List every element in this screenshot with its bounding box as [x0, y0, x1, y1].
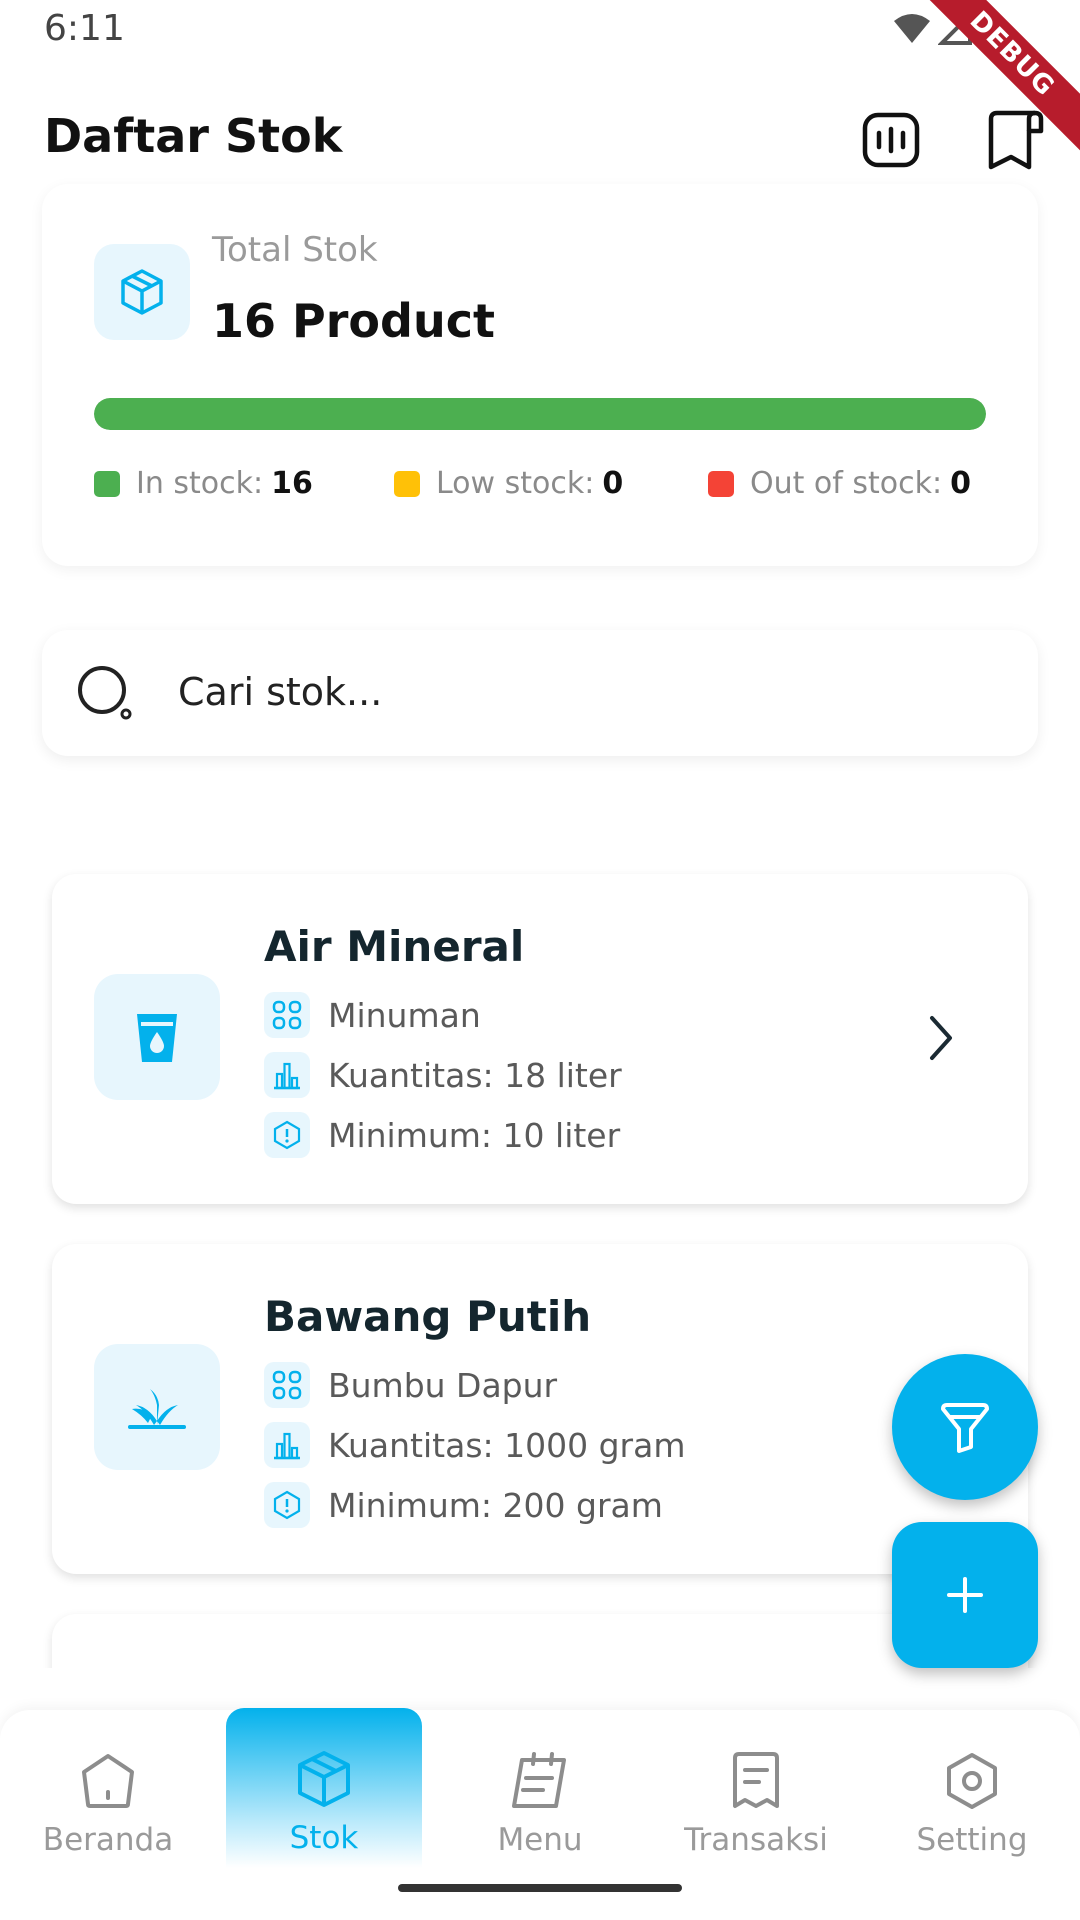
nav-item-stok[interactable]: Stok — [226, 1708, 422, 1868]
bar-chart-icon — [264, 1422, 310, 1468]
stock-item-card[interactable]: Bawang Putih Bumbu Dapur Kuantitas: 1000… — [52, 1244, 1028, 1574]
legend-label: Out of stock: — [750, 466, 943, 501]
nav-label: Beranda — [42, 1822, 174, 1858]
search-bar[interactable] — [42, 630, 1038, 756]
receipt-icon — [733, 1752, 779, 1808]
stock-progress-bar — [94, 398, 986, 430]
plus-icon — [947, 1577, 983, 1613]
scan-report-icon — [862, 112, 920, 168]
home-indicator — [398, 1884, 682, 1892]
chevron-right-icon[interactable] — [926, 1014, 956, 1062]
nav-item-beranda[interactable]: Beranda — [10, 1710, 206, 1870]
category-grid-icon — [264, 1362, 310, 1408]
stock-legend: In stock: 16 Low stock: 0 Out of stock: … — [94, 466, 986, 506]
garlic-sprout-icon — [128, 1389, 186, 1429]
legend-low-stock: Low stock: 0 — [394, 466, 623, 501]
warning-shield-icon — [264, 1112, 310, 1158]
item-name: Bawang Putih — [264, 1292, 592, 1341]
legend-in-stock: In stock: 16 — [94, 466, 313, 501]
add-stock-button[interactable] — [892, 1522, 1038, 1668]
nav-label: Setting — [916, 1822, 1028, 1858]
legend-label: In stock: — [136, 466, 264, 501]
summary-value: 16 Product — [212, 294, 495, 348]
legend-dot-red — [708, 470, 734, 497]
summary-icon-box — [94, 244, 190, 340]
item-minimum-label: Minimum: 10 liter — [328, 1115, 621, 1155]
home-icon — [82, 1754, 134, 1808]
status-bar: 6:11 — [0, 0, 1080, 62]
wifi-icon — [894, 14, 930, 43]
receipt-book-icon — [988, 110, 1044, 170]
item-name: Air Mineral — [264, 922, 525, 971]
nav-item-transaksi[interactable]: Transaksi — [658, 1710, 854, 1870]
app-bar: Daftar Stok — [0, 95, 1080, 179]
item-quantity: Kuantitas: 18 liter — [264, 1052, 622, 1098]
item-quantity-label: Kuantitas: 18 liter — [328, 1055, 622, 1095]
item-quantity-label: Kuantitas: 1000 gram — [328, 1425, 686, 1465]
nav-label: Stok — [289, 1820, 359, 1856]
nav-item-setting[interactable]: Setting — [874, 1710, 1070, 1870]
legend-count: 0 — [950, 466, 971, 501]
legend-label: Low stock: — [436, 466, 595, 501]
item-category-label: Minuman — [328, 995, 481, 1035]
item-icon-box — [94, 974, 220, 1100]
legend-dot-green — [94, 470, 120, 497]
stock-item-card[interactable] — [52, 1614, 1028, 1668]
nav-item-menu[interactable]: Menu — [442, 1710, 638, 1870]
item-category: Minuman — [264, 992, 481, 1038]
item-quantity: Kuantitas: 1000 gram — [264, 1422, 685, 1468]
bar-chart-icon — [264, 1052, 310, 1098]
item-minimum: Minimum: 10 liter — [264, 1112, 620, 1158]
legend-count: 0 — [602, 466, 624, 501]
search-icon — [78, 666, 132, 720]
item-category: Bumbu Dapur — [264, 1362, 557, 1408]
nav-label: Transaksi — [684, 1822, 828, 1858]
scan-report-button[interactable] — [856, 105, 926, 175]
item-minimum: Minimum: 200 gram — [264, 1482, 663, 1528]
settings-icon — [947, 1753, 997, 1809]
package-box-icon — [121, 269, 163, 315]
summary-label: Total Stok — [212, 230, 378, 270]
legend-count: 16 — [271, 466, 313, 501]
item-minimum-label: Minimum: 200 gram — [328, 1485, 663, 1525]
stock-item-card[interactable]: Air Mineral Minuman Kuantitas: 18 liter … — [52, 874, 1028, 1204]
legend-out-of-stock: Out of stock: 0 — [708, 466, 971, 501]
progress-fill-in-stock — [94, 398, 986, 430]
category-grid-icon — [264, 992, 310, 1038]
stock-summary-card: Total Stok 16 Product In stock: 16 Low s… — [42, 184, 1038, 566]
item-category-label: Bumbu Dapur — [328, 1365, 558, 1405]
search-input[interactable] — [178, 660, 978, 724]
item-icon-box — [94, 1344, 220, 1470]
water-glass-icon — [137, 1014, 177, 1062]
receipt-book-button[interactable] — [980, 105, 1050, 175]
filter-icon — [941, 1403, 989, 1453]
filter-button[interactable] — [892, 1354, 1038, 1500]
box-icon — [298, 1751, 350, 1807]
page-title: Daftar Stok — [44, 109, 343, 163]
status-time: 6:11 — [44, 8, 125, 49]
menu-book-icon — [512, 1752, 566, 1808]
nav-label: Menu — [497, 1822, 583, 1858]
warning-shield-icon — [264, 1482, 310, 1528]
legend-dot-yellow — [394, 470, 420, 497]
